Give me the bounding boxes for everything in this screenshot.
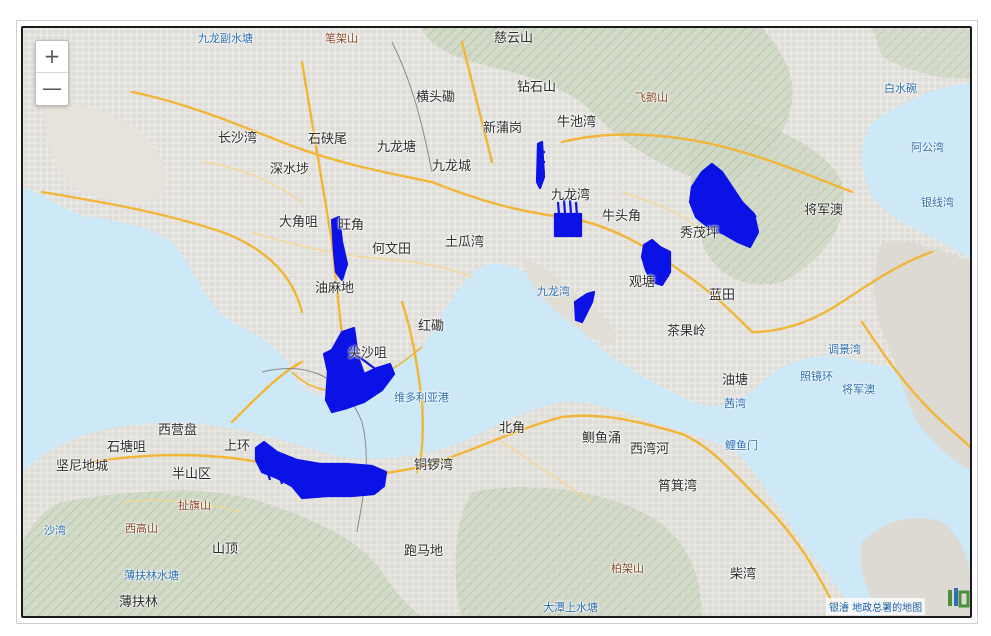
place-label: 茶果岭	[667, 324, 707, 339]
place-label: 铜锣湾	[414, 458, 454, 473]
place-label: 牛池湾	[557, 115, 597, 130]
place-label: 九龙塘	[377, 140, 417, 155]
place-label: 柏架山	[611, 562, 644, 575]
place-label: 山顶	[212, 542, 239, 557]
place-label: 半山区	[172, 467, 212, 482]
place-label: 大角咀	[279, 215, 319, 230]
place-label: 油麻地	[315, 281, 355, 296]
place-label: 深水埗	[270, 162, 310, 177]
place-label: 阿公湾	[911, 141, 944, 154]
place-label: 长沙湾	[218, 131, 258, 146]
place-label: 九龙湾	[537, 285, 570, 298]
map-attribution[interactable]: 银濬 地政总署的地图	[826, 598, 926, 615]
place-label: 银线湾	[921, 196, 954, 209]
place-label: 扯旗山	[178, 499, 211, 512]
map-labels: 慈云山 九龙副水塘 笔架山横头磡 钻石山飞鹅山 白水碗牛池湾 新蒲岗长沙湾 石硖尾九龙塘 阿公…	[23, 28, 970, 616]
place-label: 鲤鱼门	[725, 439, 758, 452]
place-label: 坚尼地城	[56, 459, 109, 474]
place-label: 白水碗	[884, 82, 917, 95]
place-label: 笔架山	[325, 32, 358, 45]
zoom-in-button[interactable]: +	[36, 41, 68, 73]
place-label: 飞鹅山	[635, 91, 668, 104]
place-label: 沙湾	[44, 524, 66, 537]
place-label: 跑马地	[404, 544, 444, 559]
place-label: 石塘咀	[107, 440, 147, 455]
place-label: 九龙城	[432, 159, 472, 174]
place-label: 九龙湾	[551, 188, 591, 203]
place-label: 将军澳	[804, 203, 844, 218]
place-label: 新蒲岗	[483, 121, 523, 136]
map-provider-logo-icon[interactable]	[946, 586, 970, 610]
place-label: 九龙副水塘	[198, 32, 253, 45]
place-label: 观塘	[629, 275, 656, 290]
place-label: 西营盘	[158, 423, 198, 438]
place-label: 薄扶林	[119, 595, 159, 610]
place-label: 维多利亚港	[394, 391, 449, 404]
place-label: 调景湾	[828, 343, 861, 356]
place-label: 柴湾	[730, 567, 757, 582]
place-label: 牛头角	[602, 209, 642, 224]
place-label: 筲箕湾	[658, 479, 698, 494]
place-label: 横头磡	[416, 90, 456, 105]
place-label: 石硖尾	[308, 132, 348, 147]
place-label: 西湾河	[630, 442, 670, 457]
place-label: 西高山	[125, 522, 158, 535]
place-label: 旺角	[338, 218, 365, 233]
place-label: 油塘	[722, 373, 749, 388]
place-label: 将军澳	[842, 383, 875, 396]
zoom-control: + —	[35, 40, 69, 106]
place-label: 上环	[224, 439, 251, 454]
place-label: 鲗鱼涌	[582, 431, 622, 446]
place-label: 秀茂坪	[680, 226, 720, 241]
place-label: 茜湾	[724, 397, 746, 410]
map-viewport[interactable]: 慈云山 九龙副水塘 笔架山横头磡 钻石山飞鹅山 白水碗牛池湾 新蒲岗长沙湾 石硖尾九龙塘 阿公…	[21, 26, 972, 618]
place-label: 慈云山	[494, 31, 534, 46]
place-label: 大潭上水塘	[543, 601, 598, 614]
place-label: 土瓜湾	[445, 235, 485, 250]
place-label: 红磡	[418, 319, 445, 334]
zoom-out-button[interactable]: —	[36, 73, 68, 105]
place-label: 照镜环	[800, 370, 833, 383]
place-label: 蓝田	[709, 288, 736, 303]
place-label: 何文田	[372, 242, 412, 257]
place-label: 尖沙咀	[348, 346, 388, 361]
place-label: 钻石山	[517, 80, 557, 95]
place-label: 薄扶林水塘	[124, 569, 179, 582]
place-label: 北角	[499, 421, 526, 436]
